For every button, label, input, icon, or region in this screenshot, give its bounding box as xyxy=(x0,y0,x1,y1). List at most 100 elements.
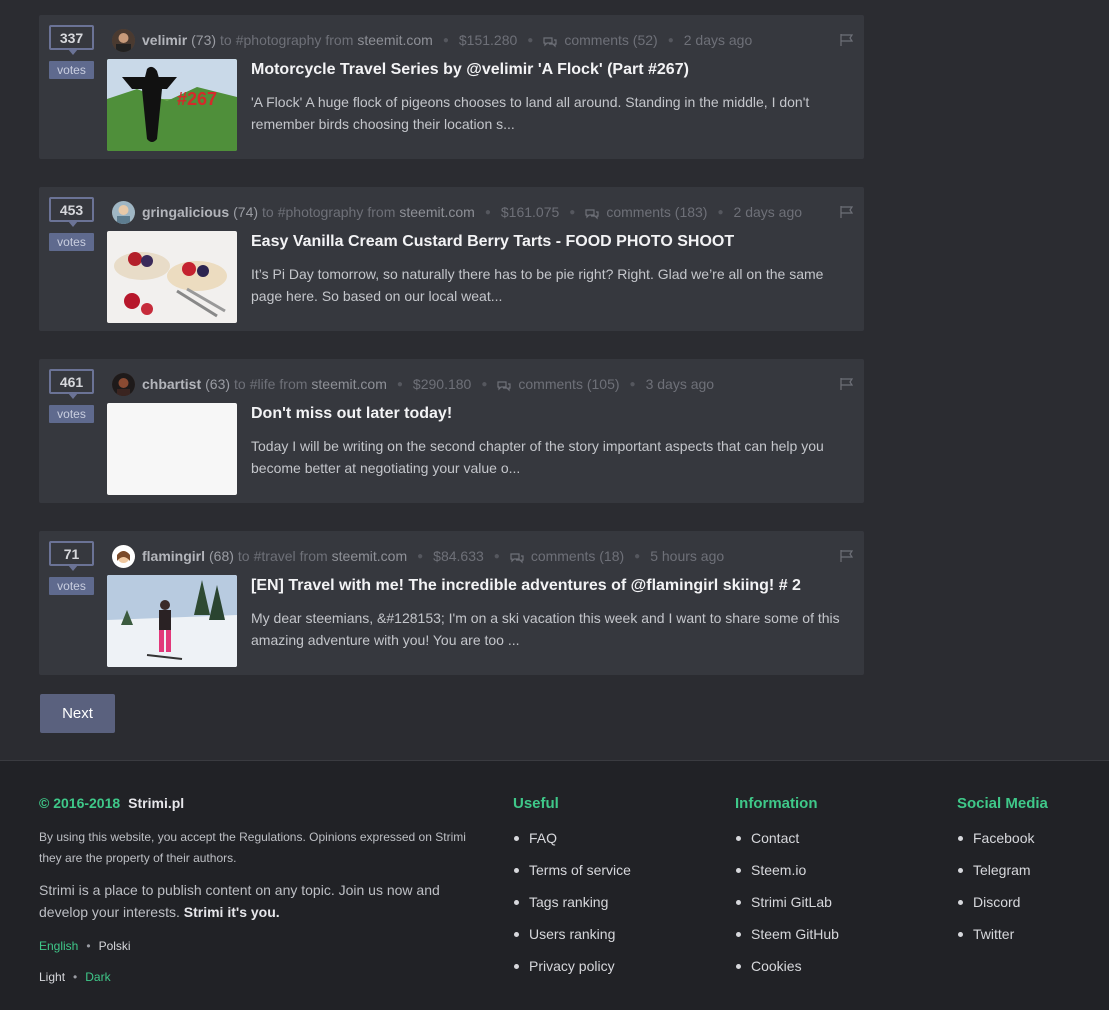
separator-dot: ● xyxy=(527,34,534,46)
separator-dot: ● xyxy=(484,206,491,218)
next-page-button[interactable]: Next xyxy=(40,694,115,733)
post-meta: flamingirl (68) to #travel from steemit.… xyxy=(112,543,852,569)
footer-link-facebook[interactable]: Facebook xyxy=(957,830,1048,862)
comments-link[interactable]: comments (105) xyxy=(518,376,619,392)
footer-link-contact[interactable]: Contact xyxy=(735,830,839,862)
vote-count[interactable]: 453 xyxy=(49,197,94,227)
separator-dot: • xyxy=(86,939,91,953)
copyright: © 2016-2018 Strimi.pl xyxy=(39,795,184,811)
copyright-years: © 2016-2018 xyxy=(39,795,121,811)
comments-link[interactable]: comments (183) xyxy=(606,204,707,220)
footer-link-steem-io[interactable]: Steem.io xyxy=(735,862,839,894)
footer-link-telegram[interactable]: Telegram xyxy=(957,862,1048,894)
footer-link-terms[interactable]: Terms of service xyxy=(513,862,631,894)
post-card: 71 votes flamingirl (68) to #travel from… xyxy=(39,531,864,675)
post-tag[interactable]: #photography xyxy=(278,204,364,220)
footer-useful: Useful FAQ Terms of service Tags ranking… xyxy=(513,795,631,990)
footer-social: Social Media Facebook Telegram Discord T… xyxy=(957,795,1048,958)
separator-dot: ● xyxy=(481,378,488,390)
footer-link-discord[interactable]: Discord xyxy=(957,894,1048,926)
lang-english[interactable]: English xyxy=(39,939,78,953)
footer-link-cookies[interactable]: Cookies xyxy=(735,958,839,990)
separator-dot: ● xyxy=(569,206,576,218)
flag-icon[interactable] xyxy=(840,377,854,390)
source-site[interactable]: steemit.com xyxy=(332,548,407,564)
post-list: 337 votes velimir (73) to #photography f… xyxy=(0,0,1109,760)
footer-link-users-ranking[interactable]: Users ranking xyxy=(513,926,631,958)
post-thumbnail[interactable] xyxy=(107,575,237,667)
from-label: from xyxy=(299,548,328,564)
comment-icon xyxy=(543,35,557,47)
separator-dot: ● xyxy=(493,550,500,562)
vote-count[interactable]: 461 xyxy=(49,369,94,399)
vote-count[interactable]: 337 xyxy=(49,25,94,55)
separator-dot: ● xyxy=(717,206,724,218)
footer-link-strimi-gitlab[interactable]: Strimi GitLab xyxy=(735,894,839,926)
payout: $161.075 xyxy=(500,204,560,220)
avatar[interactable] xyxy=(112,200,135,224)
author-name[interactable]: flamingirl xyxy=(142,548,205,564)
to-label: to xyxy=(237,548,250,564)
post-title[interactable]: Don't miss out later today! xyxy=(251,405,851,423)
comment-icon xyxy=(497,379,511,391)
post-excerpt: Today I will be writing on the second ch… xyxy=(251,438,824,476)
footer-information: Information Contact Steem.io Strimi GitL… xyxy=(735,795,839,990)
post-title[interactable]: Motorcycle Travel Series by @velimir 'A … xyxy=(251,61,851,79)
payout: $84.633 xyxy=(433,548,484,564)
lang-polski[interactable]: Polski xyxy=(99,939,131,953)
separator-dot: ● xyxy=(634,550,641,562)
payout: $290.180 xyxy=(412,376,472,392)
vote-label[interactable]: votes xyxy=(49,405,94,423)
author-name[interactable]: chbartist xyxy=(142,376,201,392)
author-reputation: (73) xyxy=(191,32,217,48)
post-tag[interactable]: #travel xyxy=(254,548,296,564)
post-title[interactable]: [EN] Travel with me! The incredible adve… xyxy=(251,577,851,595)
post-time: 2 days ago xyxy=(683,32,753,48)
footer-heading-useful: Useful xyxy=(513,795,559,812)
footer-link-steem-github[interactable]: Steem GitHub xyxy=(735,926,839,958)
avatar[interactable] xyxy=(112,544,135,568)
comments-link[interactable]: comments (18) xyxy=(531,548,624,564)
theme-dark[interactable]: Dark xyxy=(85,970,110,984)
vote-label[interactable]: votes xyxy=(49,577,94,595)
author-reputation: (74) xyxy=(233,204,259,220)
flag-icon[interactable] xyxy=(840,33,854,46)
to-label: to xyxy=(220,32,232,48)
comments-link[interactable]: comments (52) xyxy=(564,32,657,48)
post-meta: chbartist (63) to #life from steemit.com… xyxy=(112,371,852,397)
post-card: 461 votes chbartist (63) to #life from s… xyxy=(39,359,864,503)
language-switcher: English • Polski xyxy=(39,939,131,953)
vote-label[interactable]: votes xyxy=(49,233,94,251)
theme-light[interactable]: Light xyxy=(39,970,65,984)
post-thumbnail[interactable] xyxy=(107,403,237,495)
post-time: 2 days ago xyxy=(733,204,803,220)
post-excerpt: My dear steemians, &#128153; I'm on a sk… xyxy=(251,610,840,648)
footer-link-faq[interactable]: FAQ xyxy=(513,830,631,862)
footer-link-tags-ranking[interactable]: Tags ranking xyxy=(513,894,631,926)
source-site[interactable]: steemit.com xyxy=(311,376,386,392)
post-title[interactable]: Easy Vanilla Cream Custard Berry Tarts -… xyxy=(251,233,851,251)
comment-icon xyxy=(510,551,524,563)
vote-label[interactable]: votes xyxy=(49,61,94,79)
about-slogan: Strimi it's you. xyxy=(183,904,280,920)
avatar[interactable] xyxy=(112,28,135,52)
flag-icon[interactable] xyxy=(840,205,854,218)
source-site[interactable]: steemit.com xyxy=(399,204,474,220)
source-site[interactable]: steemit.com xyxy=(357,32,432,48)
author-name[interactable]: velimir xyxy=(142,32,187,48)
separator-dot: ● xyxy=(396,378,403,390)
footer-link-privacy[interactable]: Privacy policy xyxy=(513,958,631,990)
brand-link[interactable]: Strimi.pl xyxy=(128,795,184,811)
flag-icon[interactable] xyxy=(840,549,854,562)
footer-link-twitter[interactable]: Twitter xyxy=(957,926,1048,958)
author-name[interactable]: gringalicious xyxy=(142,204,229,220)
post-thumbnail[interactable]: #267 xyxy=(107,59,237,151)
post-tag[interactable]: #photography xyxy=(236,32,322,48)
avatar[interactable] xyxy=(112,372,135,396)
footer-heading-social: Social Media xyxy=(957,795,1048,812)
to-label: to xyxy=(234,376,246,392)
post-tag[interactable]: #life xyxy=(250,376,276,392)
vote-count[interactable]: 71 xyxy=(49,541,94,571)
post-thumbnail[interactable] xyxy=(107,231,237,323)
footer-heading-information: Information xyxy=(735,795,818,812)
